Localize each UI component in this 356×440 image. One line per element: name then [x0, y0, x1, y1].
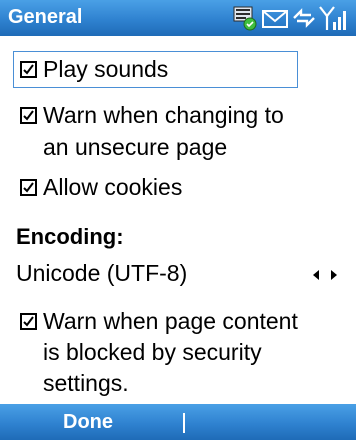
device-sync-icon	[233, 6, 257, 31]
softkey-divider	[183, 413, 185, 433]
arrow-left-icon[interactable]	[313, 270, 319, 280]
play-sounds-checkbox[interactable]	[20, 61, 37, 78]
warn-unsecure-label-line1: Warn when changing to	[43, 102, 284, 128]
play-sounds-label: Play sounds	[43, 56, 169, 82]
arrow-right-icon[interactable]	[331, 270, 337, 280]
warn-unsecure-option[interactable]: Warn when changing to an unsecure page	[0, 100, 356, 162]
warn-unsecure-label-line2: an unsecure page	[43, 134, 228, 160]
blocked-content-label-line3: settings.	[43, 370, 129, 396]
encoding-value[interactable]: Unicode (UTF-8)	[16, 260, 187, 287]
allow-cookies-label: Allow cookies	[43, 174, 183, 200]
encoding-heading: Encoding:	[16, 224, 124, 249]
check-icon	[23, 182, 34, 193]
status-icons	[232, 4, 352, 32]
signal-strength-icon	[319, 6, 346, 30]
page-title: General	[8, 6, 83, 28]
done-softkey[interactable]: Done	[0, 404, 178, 440]
allow-cookies-option[interactable]: Allow cookies	[0, 172, 356, 203]
softkey-bar: Done	[0, 404, 356, 440]
title-bar: General	[0, 0, 356, 36]
done-softkey-label: Done	[63, 411, 113, 433]
blocked-content-option[interactable]: Warn when page content is blocked by sec…	[0, 306, 356, 401]
check-icon	[23, 316, 34, 327]
play-sounds-option[interactable]: Play sounds	[0, 54, 356, 85]
check-icon	[23, 64, 34, 75]
blocked-content-label-line1: Warn when page content	[43, 308, 298, 334]
allow-cookies-checkbox[interactable]	[20, 179, 37, 196]
blocked-content-checkbox[interactable]	[20, 313, 37, 330]
data-connection-icon	[293, 8, 315, 28]
warn-unsecure-checkbox[interactable]	[20, 107, 37, 124]
mail-icon	[262, 10, 288, 28]
blocked-content-label-line2: is blocked by security	[43, 339, 262, 365]
encoding-spinner[interactable]	[312, 268, 338, 287]
check-icon	[23, 110, 34, 121]
